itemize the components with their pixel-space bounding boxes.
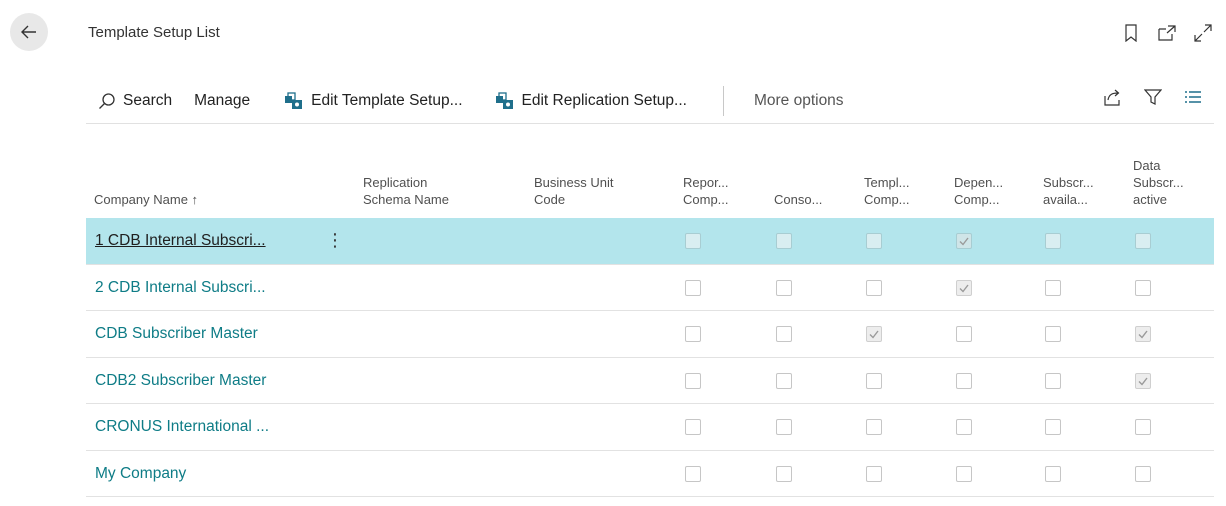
column-header-dependent-company[interactable]: Depen... Comp... <box>954 174 1003 208</box>
company-name-link[interactable]: 2 CDB Internal Subscri... <box>95 279 266 297</box>
arrow-left-icon <box>21 25 36 39</box>
page-title: Template Setup List <box>88 24 220 41</box>
template-company-checkbox[interactable] <box>866 279 882 296</box>
company-name-link[interactable]: 1 CDB Internal Subscri... <box>95 232 266 250</box>
more-options-label: More options <box>753 91 844 109</box>
dependent-company-checkbox[interactable] <box>956 326 972 342</box>
dependent-company-checkbox[interactable] <box>956 279 972 296</box>
consolidation-checkbox[interactable] <box>776 326 792 342</box>
edit-setup-icon <box>284 91 304 110</box>
manage-label: Manage <box>194 91 251 109</box>
subscription-available-checkbox[interactable] <box>1045 326 1061 342</box>
open-new-window-button[interactable] <box>1156 22 1178 44</box>
more-vertical-icon[interactable]: ⋮ <box>326 230 344 250</box>
edit-setup-icon <box>495 91 515 110</box>
consolidation-checkbox[interactable] <box>776 372 792 389</box>
company-name-link[interactable]: My Company <box>95 465 186 483</box>
column-header-consolidation[interactable]: Conso... <box>774 191 822 208</box>
column-header-template-company[interactable]: Templ... Comp... <box>864 174 910 208</box>
reporting-company-checkbox[interactable] <box>685 279 701 296</box>
edit-template-setup-label: Edit Template Setup... <box>311 91 463 109</box>
table-row[interactable]: CRONUS International ... <box>86 404 1214 451</box>
manage-button[interactable]: Manage <box>188 84 256 118</box>
column-header-data-subscription-active[interactable]: Data Subscr... active <box>1133 157 1184 208</box>
dependent-company-checkbox[interactable] <box>956 465 972 482</box>
action-bar: Search Manage Edit Template Setup... Edi… <box>86 78 1214 124</box>
data-subscription-active-checkbox[interactable] <box>1135 465 1151 482</box>
edit-template-setup-button[interactable]: Edit Template Setup... <box>278 84 468 118</box>
list-view-button[interactable] <box>1182 86 1204 108</box>
company-list: Company Name ↑ Replication Schema Name Bu… <box>86 138 1214 497</box>
subscription-available-checkbox[interactable] <box>1045 419 1061 435</box>
search-icon <box>98 92 116 110</box>
company-name-link[interactable]: CDB Subscriber Master <box>95 325 258 343</box>
data-subscription-active-checkbox[interactable] <box>1135 326 1151 342</box>
filter-button[interactable] <box>1142 86 1164 108</box>
action-divider <box>722 85 724 116</box>
company-name-link[interactable]: CRONUS International ... <box>95 418 269 436</box>
more-options-button[interactable]: More options <box>748 84 850 118</box>
column-header-subscription-available[interactable]: Subscr... availa... <box>1043 174 1094 208</box>
data-subscription-active-checkbox[interactable] <box>1135 233 1151 249</box>
template-company-checkbox[interactable] <box>866 233 882 249</box>
table-row[interactable]: 2 CDB Internal Subscri... <box>86 265 1214 311</box>
dependent-company-checkbox[interactable] <box>956 372 972 389</box>
reporting-company-checkbox[interactable] <box>685 233 701 249</box>
page-header: Template Setup List <box>0 0 1226 64</box>
subscription-available-checkbox[interactable] <box>1045 279 1061 296</box>
search-label: Search <box>123 91 173 109</box>
template-company-checkbox[interactable] <box>866 465 882 482</box>
list-tools <box>1102 86 1204 108</box>
checkmark-icon <box>1138 377 1148 386</box>
column-header-business-unit-code[interactable]: Business Unit Code <box>534 174 613 208</box>
table-row[interactable]: 1 CDB Internal Subscri... ⋮ <box>86 218 1214 265</box>
header-tools <box>1120 22 1214 44</box>
subscription-available-checkbox[interactable] <box>1045 372 1061 389</box>
data-subscription-active-checkbox[interactable] <box>1135 279 1151 296</box>
table-row[interactable]: My Company <box>86 451 1214 497</box>
column-header-replication-schema-name[interactable]: Replication Schema Name <box>363 174 449 208</box>
subscription-available-checkbox[interactable] <box>1045 233 1061 249</box>
share-icon <box>1104 89 1120 106</box>
list-view-icon <box>1185 91 1201 103</box>
checkmark-icon <box>1138 330 1148 339</box>
reporting-company-checkbox[interactable] <box>685 372 701 389</box>
reporting-company-checkbox[interactable] <box>685 465 701 482</box>
column-header-company-name[interactable]: Company Name ↑ <box>94 191 198 208</box>
template-company-checkbox[interactable] <box>866 326 882 342</box>
checkmark-icon <box>959 284 969 293</box>
search-button[interactable]: Search <box>92 84 178 118</box>
checkmark-icon <box>869 330 879 339</box>
consolidation-checkbox[interactable] <box>776 419 792 435</box>
reporting-company-checkbox[interactable] <box>685 419 701 435</box>
expand-button[interactable] <box>1192 22 1214 44</box>
template-company-checkbox[interactable] <box>866 372 882 389</box>
filter-icon <box>1144 89 1162 105</box>
data-subscription-active-checkbox[interactable] <box>1135 419 1151 435</box>
bookmark-icon <box>1125 24 1137 42</box>
table-row[interactable]: CDB Subscriber Master <box>86 311 1214 358</box>
subscription-available-checkbox[interactable] <box>1045 465 1061 482</box>
consolidation-checkbox[interactable] <box>776 233 792 249</box>
checkmark-icon <box>959 237 969 246</box>
data-subscription-active-checkbox[interactable] <box>1135 372 1151 389</box>
template-company-checkbox[interactable] <box>866 419 882 435</box>
expand-icon <box>1194 24 1212 42</box>
consolidation-checkbox[interactable] <box>776 279 792 296</box>
dependent-company-checkbox[interactable] <box>956 419 972 435</box>
dependent-company-checkbox[interactable] <box>956 233 972 249</box>
table-body: 1 CDB Internal Subscri... ⋮ 2 CDB Internal… <box>86 218 1214 497</box>
edit-replication-setup-label: Edit Replication Setup... <box>521 91 687 109</box>
open-new-window-icon <box>1158 25 1176 41</box>
consolidation-checkbox[interactable] <box>776 465 792 482</box>
reporting-company-checkbox[interactable] <box>685 326 701 342</box>
bookmark-button[interactable] <box>1120 22 1142 44</box>
company-name-link[interactable]: CDB2 Subscriber Master <box>95 372 266 390</box>
edit-replication-setup-button[interactable]: Edit Replication Setup... <box>489 84 693 118</box>
back-button[interactable] <box>10 13 48 51</box>
column-header-reporting-company[interactable]: Repor... Comp... <box>683 174 729 208</box>
table-header: Company Name ↑ Replication Schema Name Bu… <box>86 138 1214 218</box>
share-button[interactable] <box>1102 86 1124 108</box>
table-row[interactable]: CDB2 Subscriber Master <box>86 358 1214 404</box>
